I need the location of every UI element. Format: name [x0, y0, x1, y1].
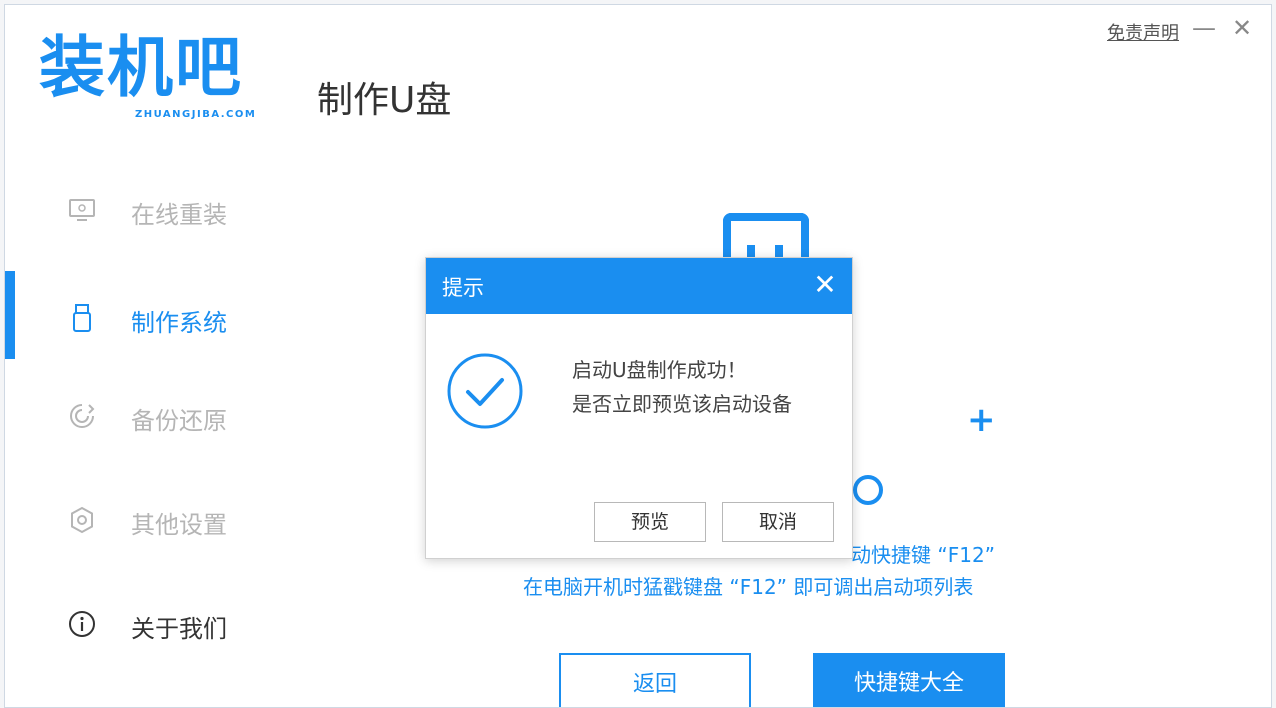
back-button[interactable]: 返回 [559, 653, 751, 707]
window-close-button[interactable]: ✕ [1227, 13, 1257, 43]
info-icon [67, 609, 97, 639]
sidebar-item-label: 备份还原 [131, 407, 227, 435]
sidebar-item-label: 关于我们 [131, 615, 227, 643]
dialog-close-icon[interactable]: ✕ [810, 270, 840, 300]
plus-icon: + [967, 400, 996, 440]
ring-icon [853, 475, 883, 505]
logo: 装机吧 ZHUANGJIBA.COM [39, 33, 289, 128]
minimize-button[interactable]: — [1189, 13, 1219, 43]
dialog-header: 提示 ✕ [426, 258, 852, 314]
sidebar-item-backup-restore[interactable]: 备份还原 [5, 387, 295, 447]
logo-text: 装机吧 [39, 29, 243, 106]
hotkey-hint-partial: 动快捷键 “F12” [851, 543, 996, 567]
usb-drive-icon [67, 303, 97, 333]
monitor-icon [67, 195, 97, 225]
sidebar-item-label: 在线重装 [131, 201, 227, 229]
sidebar-item-other-settings[interactable]: 其他设置 [5, 491, 295, 551]
success-check-icon [446, 352, 524, 430]
gear-icon [67, 505, 97, 535]
app-window: 装机吧 ZHUANGJIBA.COM 制作U盘 免责声明 — ✕ 在线重装 制作… [4, 4, 1272, 708]
disclaimer-link[interactable]: 免责声明 [1107, 19, 1179, 45]
sidebar-item-label: 制作系统 [131, 309, 227, 337]
preview-button[interactable]: 预览 [594, 502, 706, 542]
hotkeys-list-button[interactable]: 快捷键大全 [813, 653, 1005, 707]
dialog-title: 提示 [442, 276, 484, 300]
sidebar: 在线重装 制作系统 备份还原 其他设置 关于我们 [5, 155, 295, 707]
backup-icon [67, 401, 97, 431]
cancel-button[interactable]: 取消 [722, 502, 834, 542]
sidebar-item-label: 其他设置 [131, 511, 227, 539]
prompt-dialog: 提示 ✕ 启动U盘制作成功！ 是否立即预览该启动设备 预览 取消 [425, 257, 853, 559]
dialog-message-success: 启动U盘制作成功！ [572, 358, 747, 382]
active-indicator [5, 271, 15, 359]
sidebar-item-make-system[interactable]: 制作系统 [5, 271, 295, 359]
sidebar-item-online-reinstall[interactable]: 在线重装 [5, 181, 295, 241]
page-title: 制作U盘 [317, 80, 452, 121]
sidebar-item-about-us[interactable]: 关于我们 [5, 595, 295, 655]
logo-domain: ZHUANGJIBA.COM [135, 109, 257, 120]
hotkey-hint: 在电脑开机时猛戳键盘 “F12” 即可调出启动项列表 [523, 575, 974, 599]
dialog-message-question: 是否立即预览该启动设备 [572, 392, 792, 416]
